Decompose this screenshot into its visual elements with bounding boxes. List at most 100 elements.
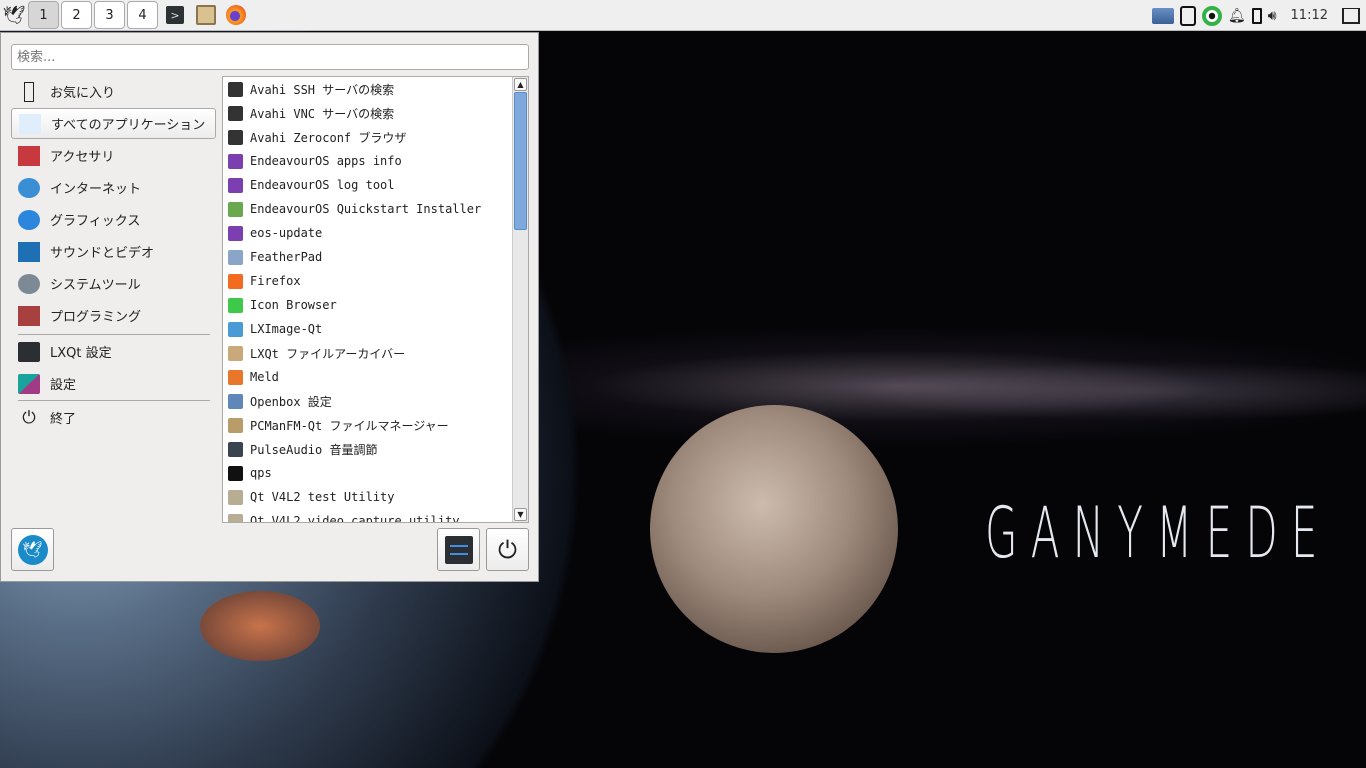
app-item[interactable]: LXQt ファイルアーカイバー	[223, 341, 528, 365]
app-item[interactable]: LXImage-Qt	[223, 317, 528, 341]
settings-icon	[18, 373, 40, 394]
desktop-4-button[interactable]: 4	[127, 1, 158, 29]
category-label: LXQt 設定	[50, 346, 112, 361]
app-item[interactable]: EndeavourOS log tool	[223, 173, 528, 197]
shutdown-label: 終了	[50, 412, 77, 427]
lxqt-settings-icon	[18, 341, 40, 362]
app-item[interactable]: qps	[223, 461, 528, 485]
file-manager-icon[interactable]	[196, 5, 216, 25]
app-label: EndeavourOS Quickstart Installer	[250, 202, 482, 216]
category-item[interactable]: グラフィックス	[11, 204, 216, 235]
category-label: プログラミング	[50, 310, 142, 325]
app-label: eos-update	[250, 226, 323, 240]
terminal-icon[interactable]: >	[166, 6, 184, 24]
desktop-3-button[interactable]: 3	[94, 1, 125, 29]
app-icon	[228, 465, 243, 481]
category-label: インターネット	[50, 182, 142, 197]
desktop-2-button[interactable]: 2	[61, 1, 92, 29]
gear-icon	[18, 273, 40, 294]
scrollbar-thumb[interactable]	[514, 92, 527, 230]
app-icon	[228, 129, 243, 145]
wallpaper-title: GANYMEDE	[985, 492, 1331, 574]
app-icon	[228, 81, 243, 97]
power-icon: ⏻	[22, 407, 36, 428]
app-icon	[228, 321, 243, 337]
separator	[18, 400, 210, 401]
app-item[interactable]: Avahi VNC サーバの検索	[223, 101, 528, 125]
ganymede-image	[650, 405, 898, 653]
scroll-down-button[interactable]: ▼	[514, 508, 527, 521]
bookmark-icon	[24, 81, 34, 102]
app-icon	[228, 201, 243, 217]
app-item[interactable]: Firefox	[223, 269, 528, 293]
desktop-1-button[interactable]: 1	[28, 1, 59, 29]
app-label: Avahi Zeroconf ブラウザ	[250, 130, 407, 145]
removable-media-icon[interactable]	[1251, 7, 1262, 24]
multimedia-icon	[18, 241, 40, 262]
app-icon	[228, 393, 243, 409]
power-button[interactable]: ⏻	[486, 528, 529, 571]
taskbar: 🕊 1 2 3 4 > 🔔︎ 🔊︎ 11:12	[0, 0, 1366, 31]
clock[interactable]: 11:12	[1291, 8, 1328, 23]
category-item[interactable]: アクセサリ	[11, 140, 216, 171]
category-item[interactable]: すべてのアプリケーション	[11, 108, 216, 139]
category-item[interactable]: プログラミング	[11, 300, 216, 331]
category-item[interactable]: サウンドとビデオ	[11, 236, 216, 267]
app-icon	[228, 153, 243, 169]
app-item[interactable]: Avahi SSH サーバの検索	[223, 77, 528, 101]
app-item[interactable]: FeatherPad	[223, 245, 528, 269]
app-item[interactable]: Qt V4L2 video capture utility	[223, 509, 528, 523]
scroll-up-button[interactable]: ▲	[514, 78, 527, 91]
globe-icon	[18, 177, 40, 198]
great-red-spot	[200, 591, 320, 661]
app-icon	[228, 249, 243, 265]
app-item[interactable]: Icon Browser	[223, 293, 528, 317]
app-icon	[228, 345, 243, 361]
shutdown-item[interactable]: ⏻ 終了	[11, 402, 216, 433]
app-icon	[228, 417, 243, 433]
notification-bell-icon[interactable]: 🔔︎	[1228, 8, 1246, 24]
clipboard-icon[interactable]	[1179, 5, 1196, 26]
app-label: EndeavourOS apps info	[250, 154, 402, 168]
app-item[interactable]: PCManFM-Qt ファイルマネージャー	[223, 413, 528, 437]
firefox-icon[interactable]	[226, 5, 246, 25]
app-item[interactable]: Openbox 設定	[223, 389, 528, 413]
status-ring-icon[interactable]	[1201, 5, 1222, 26]
app-label: Icon Browser	[250, 298, 337, 312]
category-item[interactable]: システムツール	[11, 268, 216, 299]
app-item[interactable]: Meld	[223, 365, 528, 389]
app-label: Avahi VNC サーバの検索	[250, 106, 395, 121]
category-settings[interactable]: 設定	[11, 368, 216, 399]
category-label: サウンドとビデオ	[50, 246, 155, 261]
app-label: LXQt ファイルアーカイバー	[250, 346, 406, 361]
folder-icon	[19, 113, 41, 134]
main-menu-button[interactable]: 🕊	[0, 1, 28, 29]
category-label: アクセサリ	[50, 150, 115, 165]
application-list[interactable]: Avahi SSH サーバの検索 Avahi VNC サーバの検索 Avahi Ze…	[222, 76, 529, 523]
app-item[interactable]: Avahi Zeroconf ブラウザ	[223, 125, 528, 149]
menu-logo-button[interactable]: 🕊	[11, 528, 54, 571]
category-label: お気に入り	[50, 86, 116, 101]
volume-icon[interactable]: 🔊︎	[1268, 8, 1277, 24]
app-label: Qt V4L2 video capture utility	[250, 514, 460, 523]
show-desktop-icon[interactable]	[1342, 7, 1360, 24]
separator	[18, 334, 210, 335]
network-icon[interactable]	[1151, 7, 1174, 24]
app-item[interactable]: EndeavourOS apps info	[223, 149, 528, 173]
app-item[interactable]: eos-update	[223, 221, 528, 245]
power-icon: ⏻	[498, 535, 517, 564]
scrollbar[interactable]: ▲ ▼	[512, 77, 528, 522]
category-item[interactable]: お気に入り	[11, 76, 216, 107]
app-label: PulseAudio 音量調節	[250, 442, 378, 457]
app-icon	[228, 273, 243, 289]
search-input[interactable]	[11, 44, 529, 70]
app-item[interactable]: PulseAudio 音量調節	[223, 437, 528, 461]
lxqt-settings-button[interactable]	[437, 528, 480, 571]
category-lxqt-settings[interactable]: LXQt 設定	[11, 336, 216, 367]
category-item[interactable]: インターネット	[11, 172, 216, 203]
app-item[interactable]: EndeavourOS Quickstart Installer	[223, 197, 528, 221]
app-item[interactable]: Qt V4L2 test Utility	[223, 485, 528, 509]
app-icon	[228, 369, 243, 385]
lxqt-logo-icon: 🕊	[17, 534, 48, 565]
app-icon	[228, 105, 243, 121]
